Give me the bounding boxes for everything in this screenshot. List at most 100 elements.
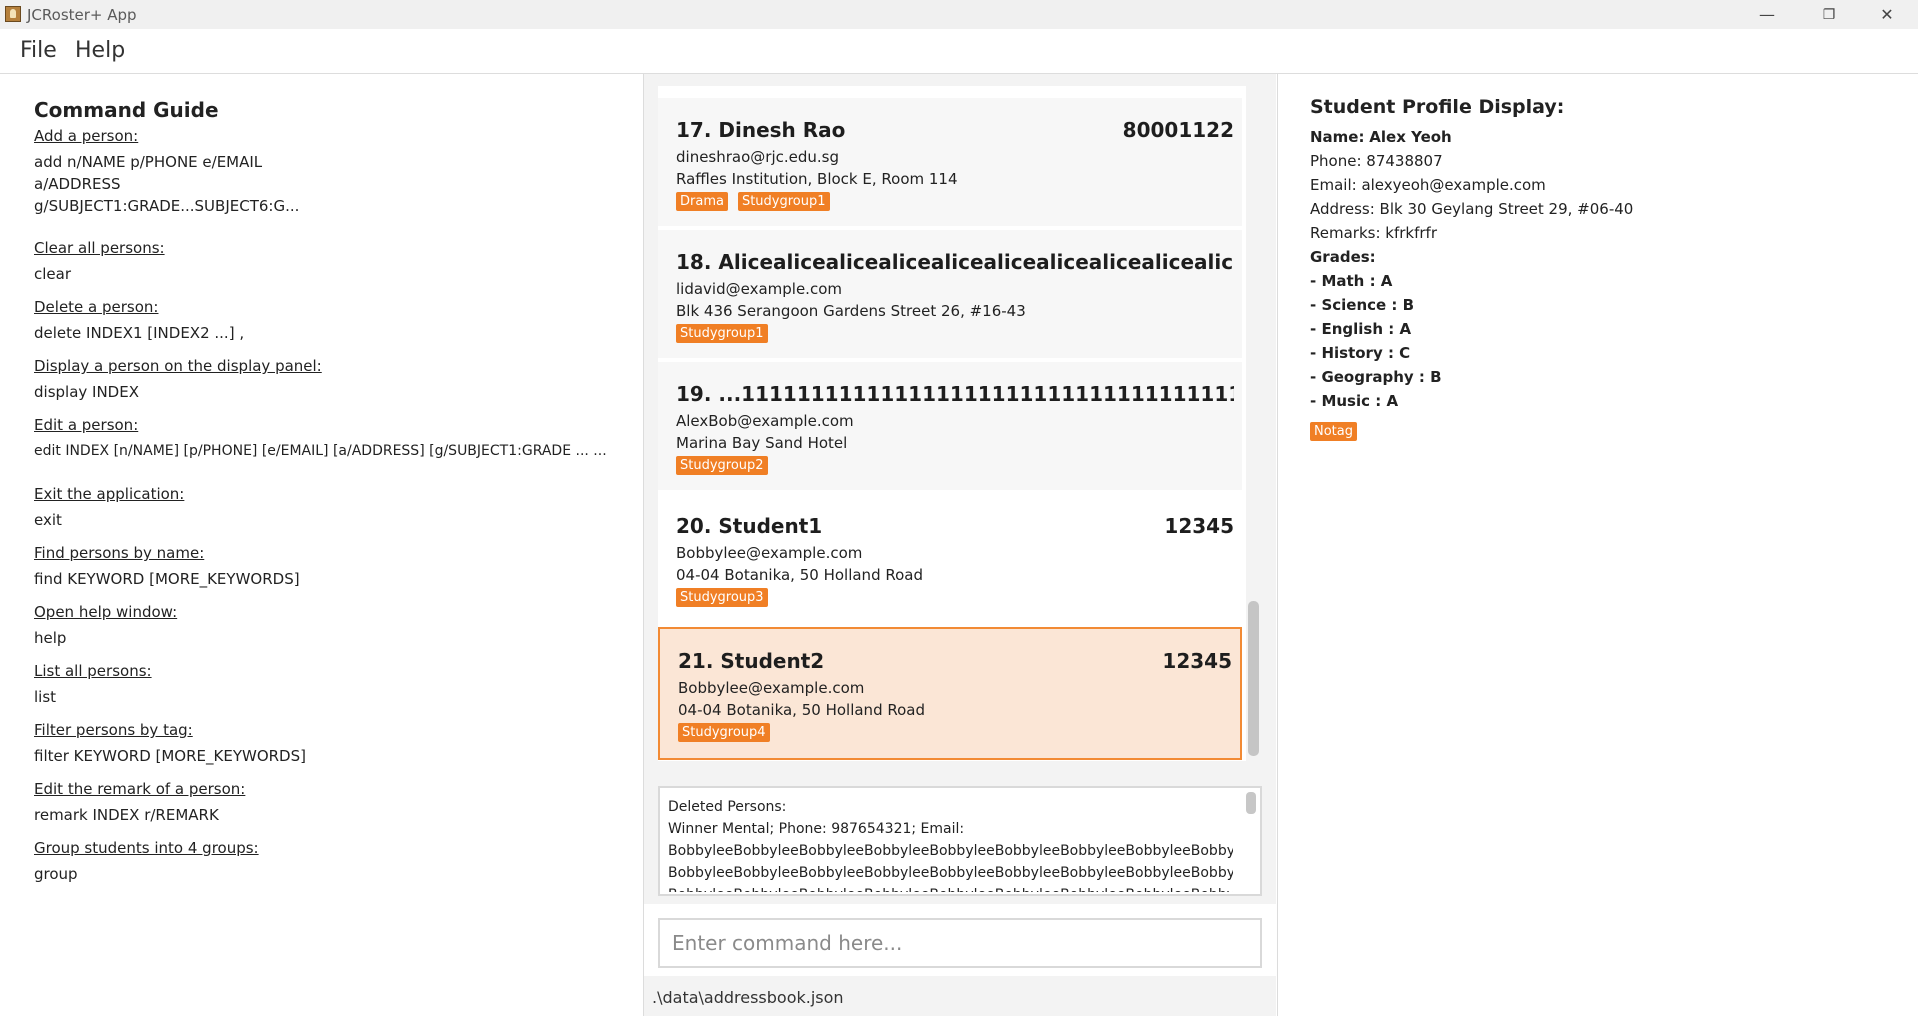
grade-english: - English : A	[1310, 320, 1412, 338]
person-email: Bobbylee@example.com	[676, 544, 863, 562]
command-syntax: exit	[34, 511, 62, 529]
command-heading: Exit the application:	[34, 485, 185, 503]
person-tag: Drama	[676, 192, 728, 211]
command-heading: Filter persons by tag:	[34, 721, 193, 739]
close-button[interactable]: ✕	[1864, 0, 1910, 29]
window-title: JCRoster+ App	[27, 6, 137, 24]
command-entry: Exit the application: exit	[34, 485, 184, 531]
person-name: 17. Dinesh Rao	[676, 118, 846, 142]
person-name: 18. Alicealicealicealicealicealicealicea…	[676, 250, 1234, 274]
command-syntax: edit INDEX [n/NAME] [p/PHONE] [e/EMAIL] …	[34, 443, 607, 459]
person-name: 19. ...111111111111111111111111111111111…	[676, 382, 1234, 406]
person-email: dineshrao@rjc.edu.sg	[676, 148, 839, 166]
profile-name-value: Alex Yeoh	[1369, 128, 1452, 146]
restore-button[interactable]: ❐	[1806, 0, 1852, 29]
profile-title: Student Profile Display:	[1310, 96, 1565, 118]
command-entry: List all persons: list	[34, 662, 152, 708]
command-entry: Edit the remark of a person: remark INDEX…	[34, 780, 245, 826]
command-entry: Open help window: help	[34, 603, 177, 649]
command-entry: Display a person on the display panel: di…	[34, 357, 322, 403]
command-syntax: delete INDEX1 [INDEX2 ...] ,	[34, 324, 245, 342]
profile-grade: - English : A	[1310, 320, 1411, 338]
grades-label: Grades:	[1310, 248, 1376, 266]
command-syntax: display INDEX	[34, 383, 139, 401]
command-box	[644, 904, 1276, 976]
profile-address: Address: Blk 30 Geylang Street 29, #06-4…	[1310, 200, 1634, 218]
command-heading: Display a person on the display panel:	[34, 357, 322, 375]
status-bar: .\data\addressbook.json	[644, 980, 1276, 1016]
person-tag: Studygroup2	[676, 456, 768, 475]
menu-help[interactable]: Help	[75, 38, 125, 63]
command-guide-title: Command Guide	[34, 98, 219, 122]
command-heading: Delete a person:	[34, 298, 159, 316]
profile-phone: Phone: 87438807	[1310, 152, 1443, 170]
menu-file[interactable]: File	[20, 38, 57, 63]
profile-grade: - Music : A	[1310, 392, 1398, 410]
profile-tag: Notag	[1310, 422, 1357, 441]
grade-science: - Science : B	[1310, 296, 1415, 314]
person-card[interactable]: 18. Alicealicealicealicealicealicealicea…	[658, 230, 1242, 360]
person-address: 04-04 Botanika, 50 Holland Road	[678, 701, 925, 719]
profile-email: Email: alexyeoh@example.com	[1310, 176, 1546, 194]
person-card[interactable]: 20. Student1 12345 Bobbylee@example.com …	[658, 494, 1242, 624]
person-address: Raffles Institution, Block E, Room 114	[676, 170, 958, 188]
result-scroll-thumb[interactable]	[1246, 792, 1256, 814]
grade-music: - Music : A	[1310, 392, 1399, 410]
person-tag: Studygroup1	[676, 324, 768, 343]
command-syntax: remark INDEX r/REMARK	[34, 806, 219, 824]
profile-grade: - Science : B	[1310, 296, 1414, 314]
person-list-scroll-thumb[interactable]	[1248, 601, 1259, 756]
person-email: Bobbylee@example.com	[678, 679, 865, 697]
command-entry: Delete a person: delete INDEX1 [INDEX2 ..…	[34, 298, 244, 344]
person-name: 21. Student2	[678, 649, 825, 673]
grade-history: - History : C	[1310, 344, 1411, 362]
person-email: lidavid@example.com	[676, 280, 842, 298]
result-text: Deleted Persons: Winner Mental; Phone: 9…	[668, 799, 1233, 892]
title-bar: JCRoster+ App — ❐ ✕	[0, 0, 1918, 29]
minimize-button[interactable]: —	[1744, 0, 1790, 29]
person-card[interactable]: 17. Dinesh Rao 80001122 dineshrao@rjc.ed…	[658, 98, 1242, 228]
command-heading: Clear all persons:	[34, 239, 165, 257]
command-syntax: list	[34, 688, 57, 706]
person-card-selected[interactable]: 21. Student2 12345 Bobbylee@example.com …	[658, 627, 1242, 760]
person-card[interactable]: 19. ...111111111111111111111111111111111…	[658, 362, 1242, 492]
person-email: AlexBob@example.com	[676, 412, 854, 430]
command-syntax: clear	[34, 265, 72, 283]
command-heading: Open help window:	[34, 603, 178, 621]
command-heading: Find persons by name:	[34, 544, 205, 562]
command-heading: Group students into 4 groups:	[34, 839, 259, 857]
command-input[interactable]	[658, 918, 1262, 968]
command-heading: List all persons:	[34, 662, 152, 680]
profile-grade: - History : C	[1310, 344, 1410, 362]
person-name: 20. Student1	[676, 514, 823, 538]
grade-math: - Math : A	[1310, 272, 1393, 290]
student-profile-panel: Student Profile Display: Name: Alex Yeoh…	[1277, 74, 1918, 1016]
menu-bar: File Help	[0, 29, 1918, 74]
command-entry: Edit a person: edit INDEX [n/NAME] [p/PHO…	[34, 416, 607, 462]
person-list[interactable]: 17. Dinesh Rao 80001122 dineshrao@rjc.ed…	[658, 86, 1246, 761]
person-tag: Studygroup3	[676, 588, 768, 607]
command-entry: Filter persons by tag: filter KEYWORD [MO…	[34, 721, 306, 767]
profile-name: Name: Alex Yeoh	[1310, 128, 1452, 146]
command-entry: Clear all persons: clear	[34, 239, 165, 285]
profile-name-label: Name:	[1310, 128, 1365, 146]
command-guide-panel: Command Guide Add a person: add n/NAME p/…	[0, 74, 644, 1016]
command-entry: Find persons by name: find KEYWORD [MORE_…	[34, 544, 300, 590]
command-syntax: filter KEYWORD [MORE_KEYWORDS]	[34, 747, 306, 765]
person-address: Blk 436 Serangoon Gardens Street 26, #16…	[676, 302, 1026, 320]
person-phone: 12345	[1162, 649, 1232, 673]
command-heading: Edit a person:	[34, 416, 139, 434]
grade-geography: - Geography : B	[1310, 368, 1442, 386]
save-file-path: .\data\addressbook.json	[652, 988, 844, 1007]
command-heading: Add a person:	[34, 127, 139, 145]
command-entry: Group students into 4 groups: group	[34, 839, 259, 885]
profile-remarks: Remarks: kfrkfrfr	[1310, 224, 1437, 242]
result-display[interactable]: Deleted Persons: Winner Mental; Phone: 9…	[658, 786, 1262, 896]
person-tag: Studygroup1	[737, 192, 830, 211]
person-phone: 80001122	[1122, 118, 1234, 142]
command-syntax: help	[34, 629, 67, 647]
profile-grades-label: Grades:	[1310, 248, 1376, 266]
app-icon	[5, 6, 21, 22]
command-syntax: group	[34, 865, 78, 883]
command-heading: Edit the remark of a person:	[34, 780, 246, 798]
